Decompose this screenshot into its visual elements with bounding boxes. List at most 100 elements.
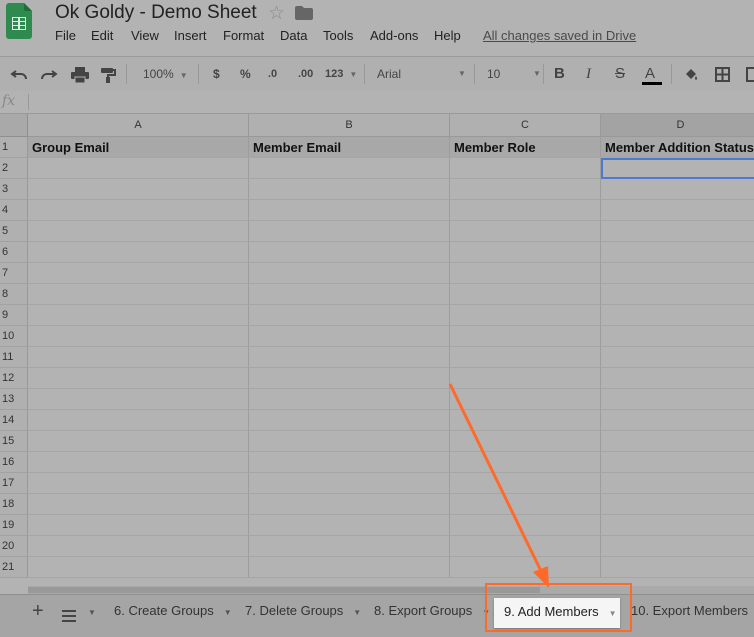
grid-cell[interactable] — [249, 515, 450, 536]
grid-cell[interactable] — [601, 494, 754, 515]
select-all-corner[interactable] — [0, 114, 28, 137]
grid-cell[interactable] — [450, 200, 601, 221]
grid-cell[interactable] — [601, 326, 754, 347]
row-header[interactable]: 18 — [0, 494, 28, 515]
grid-cell[interactable] — [28, 305, 249, 326]
grid-cell[interactable] — [601, 305, 754, 326]
row-header[interactable]: 5 — [0, 221, 28, 242]
grid-cell[interactable] — [249, 284, 450, 305]
paint-format-icon[interactable] — [100, 57, 116, 91]
text-color-button[interactable]: A — [642, 57, 662, 91]
grid-cell[interactable] — [450, 326, 601, 347]
grid-cell[interactable] — [450, 158, 601, 179]
horizontal-scrollbar[interactable] — [28, 586, 754, 594]
row-header[interactable]: 7 — [0, 263, 28, 284]
row-header[interactable]: 20 — [0, 536, 28, 557]
grid-cell[interactable] — [450, 536, 601, 557]
row-header[interactable]: 16 — [0, 452, 28, 473]
grid-cell[interactable] — [450, 410, 601, 431]
grid-cell[interactable] — [601, 389, 754, 410]
scrollbar-thumb[interactable] — [28, 587, 540, 593]
sheet-tab-add-members[interactable]: 9. Add Members ▼ — [494, 598, 620, 628]
grid-cell[interactable] — [450, 284, 601, 305]
grid-cell[interactable] — [601, 179, 754, 200]
decrease-decimals-button[interactable]: .0 — [268, 57, 277, 91]
grid-cell[interactable] — [249, 494, 450, 515]
grid-cell[interactable] — [28, 557, 249, 578]
italic-button[interactable]: I — [586, 57, 591, 91]
row-header[interactable]: 13 — [0, 389, 28, 410]
grid-cell[interactable] — [601, 452, 754, 473]
grid-cell[interactable] — [450, 221, 601, 242]
grid-cell[interactable] — [601, 263, 754, 284]
currency-button[interactable]: $ — [213, 57, 220, 91]
grid-cell[interactable] — [450, 242, 601, 263]
grid-cell[interactable] — [28, 368, 249, 389]
save-status-link[interactable]: All changes saved in Drive — [483, 28, 636, 43]
row-header[interactable]: 6 — [0, 242, 28, 263]
star-icon[interactable]: ☆ — [268, 2, 285, 25]
menu-edit[interactable]: Edit — [91, 28, 113, 43]
menu-view[interactable]: View — [131, 28, 159, 43]
grid-cell[interactable] — [28, 452, 249, 473]
document-title[interactable]: Ok Goldy - Demo Sheet — [55, 2, 257, 24]
grid-cell[interactable] — [450, 452, 601, 473]
percent-button[interactable]: % — [240, 57, 251, 91]
grid-cell[interactable] — [601, 347, 754, 368]
grid-cell[interactable] — [249, 368, 450, 389]
column-header-a[interactable]: A — [28, 114, 249, 137]
redo-icon[interactable] — [40, 57, 58, 91]
grid-cell[interactable] — [28, 326, 249, 347]
grid-cell[interactable] — [601, 242, 754, 263]
row-header[interactable]: 17 — [0, 473, 28, 494]
sheet-tab-export-groups[interactable]: 8. Export Groups ▼ — [364, 595, 492, 629]
grid-cell[interactable] — [450, 473, 601, 494]
grid-cell[interactable] — [450, 389, 601, 410]
row-header[interactable]: 19 — [0, 515, 28, 536]
grid-cell[interactable] — [450, 347, 601, 368]
grid-cell[interactable] — [601, 200, 754, 221]
merge-cells-icon[interactable] — [746, 57, 754, 91]
sheet-tab-create-groups[interactable]: 6. Create Groups ▼ — [104, 595, 234, 629]
print-icon[interactable] — [71, 57, 89, 91]
menu-data[interactable]: Data — [280, 28, 307, 43]
grid-cell[interactable] — [601, 368, 754, 389]
column-header-c[interactable]: C — [450, 114, 601, 137]
grid-cell[interactable] — [28, 263, 249, 284]
grid-cell[interactable] — [249, 452, 450, 473]
grid-cell[interactable] — [601, 284, 754, 305]
grid-cell[interactable] — [249, 200, 450, 221]
header-cell-a[interactable]: Group Email — [28, 137, 249, 158]
strikethrough-button[interactable]: S — [615, 57, 625, 91]
row-header[interactable]: 10 — [0, 326, 28, 347]
grid-cell[interactable] — [249, 158, 450, 179]
column-header-b[interactable]: B — [249, 114, 450, 137]
grid-cell[interactable] — [601, 221, 754, 242]
grid-cell[interactable] — [450, 494, 601, 515]
row-header[interactable]: 21 — [0, 557, 28, 578]
menu-insert[interactable]: Insert — [174, 28, 207, 43]
grid-cell[interactable] — [450, 305, 601, 326]
fill-color-icon[interactable] — [683, 57, 699, 91]
grid-cell[interactable] — [450, 368, 601, 389]
sheet-tab-export-members[interactable]: 10. Export Members — [623, 595, 754, 629]
grid-cell[interactable] — [28, 473, 249, 494]
sheets-logo-icon[interactable] — [6, 3, 32, 39]
grid-cell[interactable] — [450, 431, 601, 452]
zoom-select[interactable]: 100% ▼ — [143, 57, 188, 91]
menu-format[interactable]: Format — [223, 28, 264, 43]
increase-decimals-button[interactable]: .00 — [298, 57, 313, 91]
font-select[interactable]: Arial ▼ — [377, 57, 466, 91]
grid-cell[interactable] — [601, 515, 754, 536]
grid-cell[interactable] — [249, 431, 450, 452]
grid-cell[interactable] — [28, 200, 249, 221]
row-header[interactable]: 12 — [0, 368, 28, 389]
grid-cell[interactable] — [249, 221, 450, 242]
grid-cell[interactable] — [28, 410, 249, 431]
row-header[interactable]: 3 — [0, 179, 28, 200]
font-size-select[interactable]: 10 ▼ — [487, 57, 541, 91]
grid-cell[interactable] — [28, 389, 249, 410]
more-formats-button[interactable]: 123 ▼ — [325, 57, 357, 91]
menu-help[interactable]: Help — [434, 28, 461, 43]
row-header[interactable]: 14 — [0, 410, 28, 431]
